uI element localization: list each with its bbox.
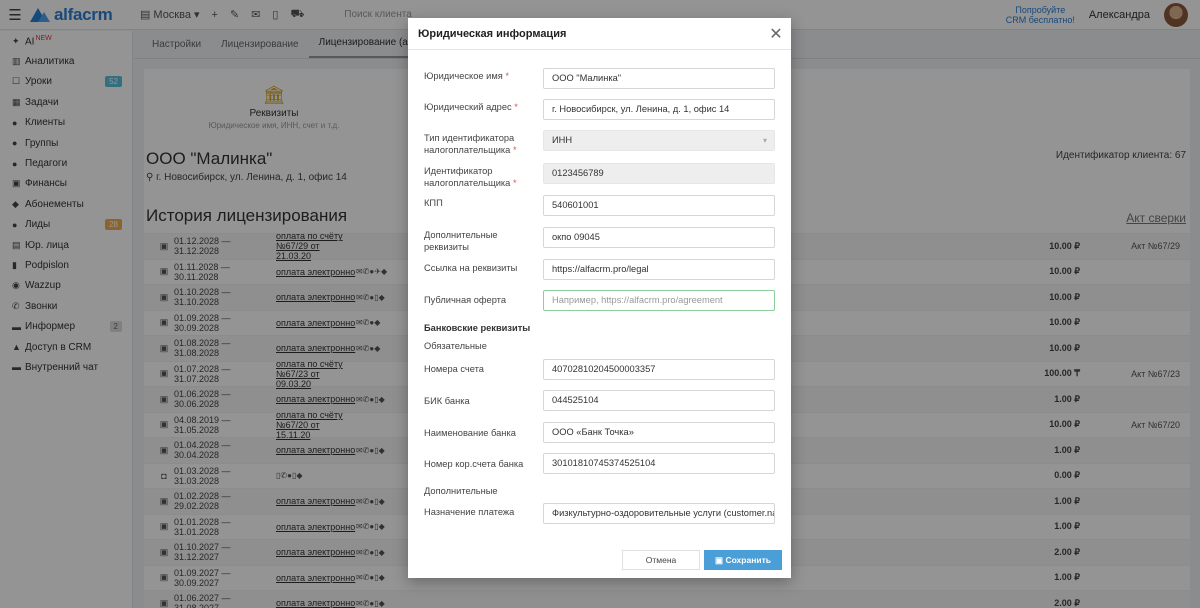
public-offer-row: Публичная оферта Например, https://alfac… <box>408 290 791 311</box>
kpp-row: КПП 540601001 <box>408 195 791 216</box>
corr-account-row: Номер кор.счета банка 301018107453745251… <box>408 453 791 474</box>
tax-id-type-select[interactable]: ИНН ▾ <box>543 130 775 151</box>
legal-name-label: Юридическое имя <box>424 71 503 81</box>
extra-requisites-row: Дополнительные реквизиты окпо 09045 <box>408 227 791 253</box>
bank-name-label: Наименование банка <box>424 428 516 438</box>
bik-input[interactable]: 044525104 <box>543 390 775 411</box>
required-mark: * <box>505 71 509 81</box>
bik-row: БИК банка 044525104 <box>408 390 791 411</box>
additional-subsection: Дополнительные <box>424 486 498 496</box>
account-input[interactable]: 40702810204500003357 <box>543 359 775 380</box>
required-mark: * <box>512 145 517 155</box>
public-offer-label: Публичная оферта <box>424 295 507 305</box>
kpp-label: КПП <box>424 198 443 208</box>
modal-header: Юридическая информация ✕ <box>408 18 791 50</box>
bank-name-input[interactable]: ООО «Банк Точка» <box>543 422 775 443</box>
modal-title: Юридическая информация <box>418 27 567 40</box>
kpp-input[interactable]: 540601001 <box>543 195 775 216</box>
legal-name-row: Юридическое имя * ООО "Малинка" <box>408 68 791 89</box>
extra-requisites-input[interactable]: окпо 09045 <box>543 227 775 248</box>
cancel-button[interactable]: Отмена <box>622 550 700 570</box>
legal-address-input[interactable]: г. Новосибирск, ул. Ленина, д. 1, офис 1… <box>543 99 775 120</box>
purpose-label: Назначение платежа <box>424 507 515 517</box>
bank-section-title: Банковские реквизиты <box>424 323 531 333</box>
requisites-link-row: Ссылка на реквизиты https://alfacrm.pro/… <box>408 259 791 280</box>
tax-id-input[interactable]: 0123456789 <box>543 163 775 184</box>
chevron-down-icon: ▾ <box>762 136 767 145</box>
legal-info-modal: Юридическая информация ✕ Юридическое имя… <box>408 18 791 578</box>
bank-name-row: Наименование банка ООО «Банк Точка» <box>408 422 791 443</box>
public-offer-input[interactable]: Например, https://alfacrm.pro/agreement <box>543 290 775 311</box>
purpose-row: Назначение платежа Физкультурно-оздорови… <box>408 503 791 524</box>
corr-account-label: Номер кор.счета банка <box>424 459 524 469</box>
required-subsection: Обязательные <box>424 341 487 351</box>
required-mark: * <box>512 178 517 188</box>
requisites-link-label: Ссылка на реквизиты <box>424 263 518 273</box>
corr-account-input[interactable]: 30101810745374525104 <box>543 453 775 474</box>
legal-name-input[interactable]: ООО "Малинка" <box>543 68 775 89</box>
legal-address-label: Юридический адрес <box>424 102 512 112</box>
bik-label: БИК банка <box>424 396 470 406</box>
save-button[interactable]: ▣ Сохранить <box>704 550 782 570</box>
requisites-link-input[interactable]: https://alfacrm.pro/legal <box>543 259 775 280</box>
account-row: Номера счета 40702810204500003357 <box>408 359 791 380</box>
tax-id-type-row: Тип идентификатора налогоплательщика * ИН… <box>408 130 791 156</box>
close-icon[interactable]: ✕ <box>761 24 791 44</box>
account-label: Номера счета <box>424 364 484 374</box>
tax-id-row: Идентификатор налогоплательщика * 0123456… <box>408 163 791 189</box>
floppy-icon: ▣ <box>715 555 726 565</box>
required-mark: * <box>514 102 518 112</box>
legal-address-row: Юридический адрес * г. Новосибирск, ул. … <box>408 99 791 120</box>
purpose-input[interactable]: Физкультурно-оздоровительные услуги (cus… <box>543 503 775 524</box>
